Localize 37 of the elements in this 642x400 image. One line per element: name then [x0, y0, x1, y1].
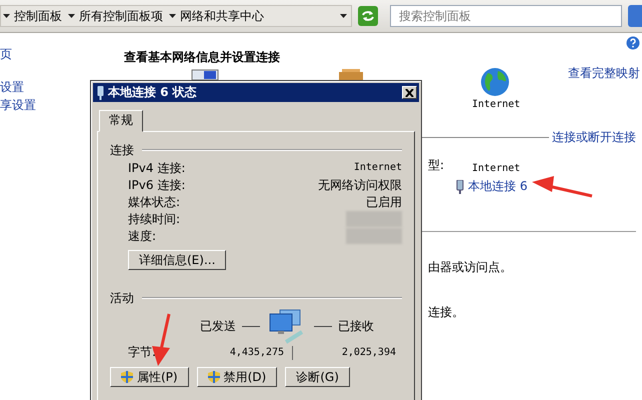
internet-label: Internet — [472, 99, 520, 110]
field-value: Internet — [352, 161, 402, 175]
group-label: 活动 — [110, 290, 134, 306]
bytes-received-value: 2,025,394 — [342, 347, 396, 358]
field-label: 速度: — [128, 228, 158, 244]
view-full-map-link[interactable]: 查看完整映射 — [568, 65, 640, 82]
breadcrumb-item[interactable]: 控制面板 — [14, 8, 62, 24]
dialog-button[interactable]: 禁用(D) — [196, 367, 278, 387]
access-type-value: Internet — [472, 163, 520, 174]
description-text: 由器或访问点。 — [428, 259, 512, 276]
field-label: IPv6 连接: — [128, 177, 186, 193]
dialog-button[interactable]: 诊断(G) — [285, 367, 350, 387]
sidebar-link[interactable]: 设置 — [0, 78, 60, 96]
field-value: 已启用 — [365, 194, 402, 210]
local-connection-link[interactable]: 本地连接 6 — [468, 178, 528, 195]
breadcrumb-item[interactable]: 所有控制面板项 — [79, 8, 163, 24]
sent-label: 已发送 — [200, 318, 236, 334]
field-label: IPv4 连接: — [128, 160, 186, 176]
dialog-tab[interactable]: 常规 — [99, 110, 143, 132]
breadcrumb-item[interactable]: 网络和共享中心 — [180, 8, 264, 24]
field-value: 无网络访问权限 — [318, 177, 402, 193]
details-button[interactable]: 详细信息(E)... — [128, 250, 226, 270]
access-type-label: 型: — [428, 157, 444, 174]
bytes-sent-value: 4,435,275 — [230, 347, 284, 358]
group-label: 连接 — [110, 142, 134, 158]
connect-disconnect-link[interactable]: 连接或断开连接 — [552, 129, 636, 146]
sidebar-link[interactable]: 页 — [0, 45, 60, 63]
breadcrumb-bar[interactable]: 控制面板 所有控制面板项 网络和共享中心 — [0, 5, 352, 27]
dialog-button[interactable]: 属性(P) — [110, 367, 189, 387]
page-heading: 查看基本网络信息并设置连接 — [124, 49, 280, 66]
dialog-title: 本地连接 6 状态 — [108, 84, 197, 101]
search-field[interactable]: 搜索控制面板 — [390, 5, 622, 27]
sidebar-link[interactable]: 享设置 — [0, 96, 60, 114]
received-label: 已接收 — [338, 318, 374, 334]
field-label: 媒体状态: — [128, 194, 182, 210]
field-label: 持续时间: — [128, 211, 182, 227]
description-text: 连接。 — [428, 304, 464, 321]
